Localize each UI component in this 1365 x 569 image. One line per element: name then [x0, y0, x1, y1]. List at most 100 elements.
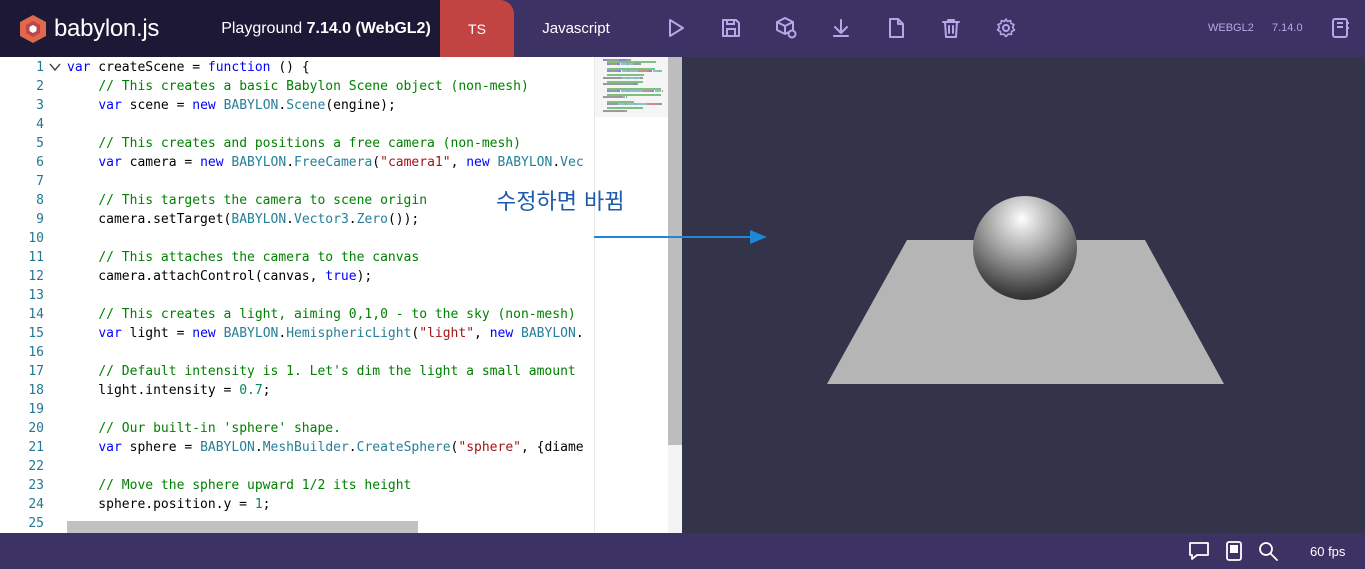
code-line[interactable]: var light = new BABYLON.HemisphericLight…	[67, 324, 593, 343]
code-token: new	[200, 155, 224, 170]
code-token: var	[98, 155, 122, 170]
line-number: 14	[28, 307, 44, 322]
minimap-row	[609, 103, 619, 105]
code-line[interactable]: // Our built-in 'sphere' shape.	[67, 419, 593, 438]
logo-area[interactable]: babylon.js	[0, 0, 212, 57]
chevron-down-icon[interactable]	[48, 60, 62, 74]
minimap-row	[603, 109, 625, 112]
code-line[interactable]: var createScene = function () {	[67, 58, 593, 77]
minimap-row	[603, 76, 622, 79]
code-token: true	[325, 269, 357, 284]
minimap-row	[603, 83, 633, 86]
play-icon[interactable]	[662, 14, 690, 42]
code-token: MeshBuilder	[262, 440, 349, 455]
code-line[interactable]	[67, 400, 593, 419]
title-engine: (WebGL2)	[351, 19, 431, 37]
code-line[interactable]: // This creates and positions a free cam…	[67, 134, 593, 153]
code-line[interactable]: // Default intensity is 1. Let's dim the…	[67, 362, 593, 381]
code-line[interactable]: var scene = new BABYLON.Scene(engine);	[67, 96, 593, 115]
settings-icon[interactable]	[992, 14, 1020, 42]
status-bar: 60 fps	[0, 533, 1365, 569]
code-token: Vector3	[294, 212, 349, 227]
render-canvas[interactable]	[682, 57, 1365, 533]
fps-counter: 60 fps	[1310, 544, 1346, 559]
code-token: "light"	[419, 326, 475, 341]
vertical-scrollbar-thumb[interactable]	[668, 57, 682, 445]
code-token: BABYLON	[223, 98, 279, 113]
code-token: Scene	[286, 98, 326, 113]
version-label[interactable]: 7.14.0	[1272, 22, 1303, 34]
code-token: 0.7	[239, 383, 263, 398]
feedback-icon[interactable]	[1188, 540, 1210, 562]
book-icon[interactable]	[1326, 14, 1354, 42]
minimap-row	[617, 63, 621, 66]
code-token: camera.attachControl(canvas,	[67, 269, 326, 284]
save-icon[interactable]	[717, 14, 745, 42]
search-icon[interactable]	[1257, 540, 1279, 562]
code-token: ;	[262, 497, 271, 512]
minimap-row	[651, 89, 655, 92]
code-line[interactable]	[67, 343, 593, 362]
code-token: .	[278, 98, 287, 113]
code-token: // This creates a light, aiming 0,1,0 - …	[98, 307, 576, 322]
code-line[interactable]: var camera = new BABYLON.FreeCamera("cam…	[67, 153, 593, 172]
arrow-right-icon	[594, 230, 767, 244]
playground-title: Playground 7.14.0 (WebGL2)	[212, 0, 440, 57]
code-token: CreateSphere	[356, 440, 451, 455]
code-token: // This targets the camera to scene orig…	[98, 193, 428, 208]
minimap-row	[625, 109, 627, 112]
line-number: 9	[36, 212, 44, 227]
code-token: var	[67, 60, 91, 75]
code-token: .	[286, 155, 295, 170]
minimap-row	[648, 70, 652, 72]
code-token: new	[489, 326, 514, 341]
code-line[interactable]: // This attaches the camera to the canva…	[67, 248, 593, 267]
code-token: .	[254, 440, 263, 455]
code-token: (	[372, 155, 381, 170]
code-token: // This attaches the camera to the canva…	[98, 250, 420, 265]
code-line[interactable]: var sphere = BABYLON.MeshBuilder.CreateS…	[67, 438, 593, 457]
line-number: 7	[36, 174, 44, 189]
engine-label[interactable]: WEBGL2	[1208, 22, 1254, 34]
code-line[interactable]	[67, 457, 593, 476]
line-number: 16	[28, 345, 44, 360]
code-line[interactable]: light.intensity = 0.7;	[67, 381, 593, 400]
code-line[interactable]	[67, 286, 593, 305]
download-icon[interactable]	[827, 14, 855, 42]
line-number: 4	[36, 117, 44, 132]
tab-javascript[interactable]: Javascript	[514, 0, 638, 57]
code-token: sphere =	[121, 440, 201, 455]
tab-label: Javascript	[542, 20, 610, 37]
line-number: 3	[36, 98, 44, 113]
docs-icon[interactable]	[1223, 540, 1245, 562]
code-token: ;	[262, 383, 271, 398]
logo-text: babylon.js	[54, 14, 160, 42]
tab-typescript[interactable]: TS	[440, 0, 514, 57]
code-line[interactable]: camera.attachControl(canvas, true);	[67, 267, 593, 286]
code-line[interactable]: // This creates a light, aiming 0,1,0 - …	[67, 305, 593, 324]
line-number: 24	[28, 497, 44, 512]
new-file-icon[interactable]	[882, 14, 910, 42]
horizontal-scrollbar-thumb[interactable]	[67, 521, 418, 533]
minimap-row	[625, 103, 636, 105]
clear-icon[interactable]	[937, 14, 965, 42]
code-line[interactable]: sphere.position.y = 1;	[67, 495, 593, 514]
minimap[interactable]	[594, 57, 669, 533]
minimap-row	[617, 89, 621, 92]
line-number: 25	[28, 516, 44, 531]
code-line[interactable]: // Move the sphere upward 1/2 its height	[67, 476, 593, 495]
code-line[interactable]	[67, 115, 593, 134]
code-editor[interactable]: 1 var createScene = function () {2 // Thi…	[0, 57, 682, 533]
vertical-scrollbar[interactable]	[668, 57, 682, 533]
line-number: 11	[28, 250, 44, 265]
code-line[interactable]: // This creates a basic Babylon Scene ob…	[67, 77, 593, 96]
code-token: light =	[121, 326, 193, 341]
inspector-icon[interactable]	[772, 14, 800, 42]
minimap-row	[639, 76, 644, 79]
code-line[interactable]	[67, 229, 593, 248]
